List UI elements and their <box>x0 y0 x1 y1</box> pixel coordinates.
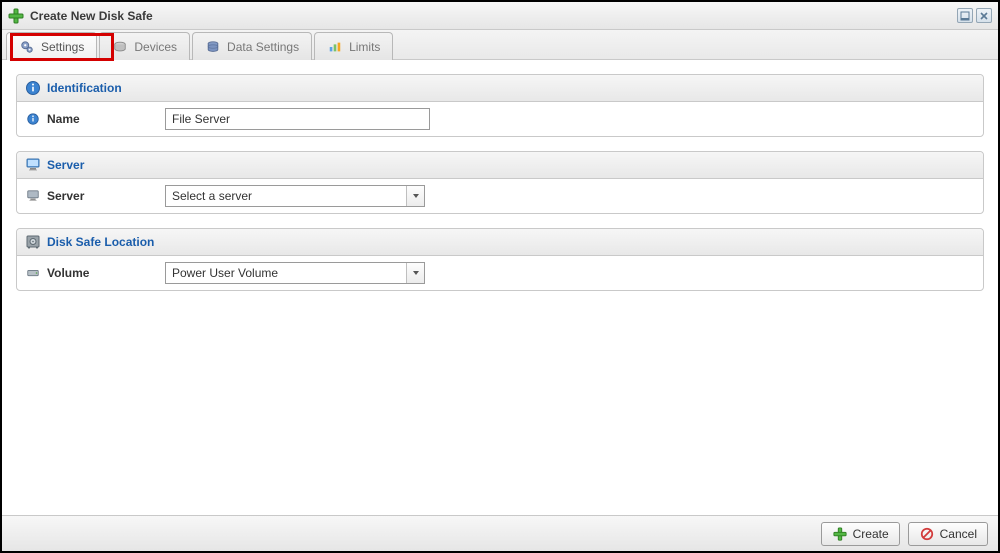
volume-combo[interactable]: Power User Volume <box>165 262 425 284</box>
minimize-button[interactable] <box>957 8 973 23</box>
fieldset-legend: Server <box>47 158 84 172</box>
database-icon <box>205 39 221 55</box>
combo-text: Select a server <box>166 189 406 203</box>
tab-limits[interactable]: Limits <box>314 32 393 60</box>
chart-icon <box>327 39 343 55</box>
tabstrip: Settings Devices Data Settings Limits <box>2 30 998 60</box>
tab-devices[interactable]: Devices <box>99 32 190 60</box>
monitor-icon <box>25 188 41 204</box>
button-label: Cancel <box>940 527 977 541</box>
server-combo[interactable]: Select a server <box>165 185 425 207</box>
content-area: Identification Name Server <box>2 62 998 513</box>
plus-icon <box>832 526 848 542</box>
tab-label: Settings <box>41 40 84 54</box>
create-button[interactable]: Create <box>821 522 900 546</box>
disk-icon <box>112 39 128 55</box>
combo-text: Power User Volume <box>166 266 406 280</box>
fieldset-disk-safe-location: Disk Safe Location Volume Power User Vol… <box>16 228 984 291</box>
monitor-icon <box>25 157 41 173</box>
tab-label: Limits <box>349 40 380 54</box>
fieldset-server: Server Server Select a server <box>16 151 984 214</box>
gears-icon <box>19 39 35 55</box>
info-icon <box>25 111 41 127</box>
window-title: Create New Disk Safe <box>30 9 951 23</box>
button-label: Create <box>853 527 889 541</box>
name-label: Name <box>47 112 80 126</box>
cancel-icon <box>919 526 935 542</box>
chevron-down-icon <box>406 186 424 206</box>
info-icon <box>25 80 41 96</box>
tab-data-settings[interactable]: Data Settings <box>192 32 312 60</box>
server-label: Server <box>47 189 84 203</box>
titlebar: Create New Disk Safe <box>2 2 998 30</box>
fieldset-legend: Identification <box>47 81 122 95</box>
safe-icon <box>25 234 41 250</box>
plus-icon <box>8 8 24 24</box>
tab-label: Devices <box>134 40 177 54</box>
chevron-down-icon <box>406 263 424 283</box>
cancel-button[interactable]: Cancel <box>908 522 988 546</box>
tab-settings[interactable]: Settings <box>6 32 97 60</box>
footer: Create Cancel <box>2 515 998 551</box>
drive-icon <box>25 265 41 281</box>
tab-label: Data Settings <box>227 40 299 54</box>
name-input[interactable] <box>165 108 430 130</box>
fieldset-legend: Disk Safe Location <box>47 235 154 249</box>
fieldset-identification: Identification Name <box>16 74 984 137</box>
volume-label: Volume <box>47 266 89 280</box>
close-button[interactable] <box>976 8 992 23</box>
